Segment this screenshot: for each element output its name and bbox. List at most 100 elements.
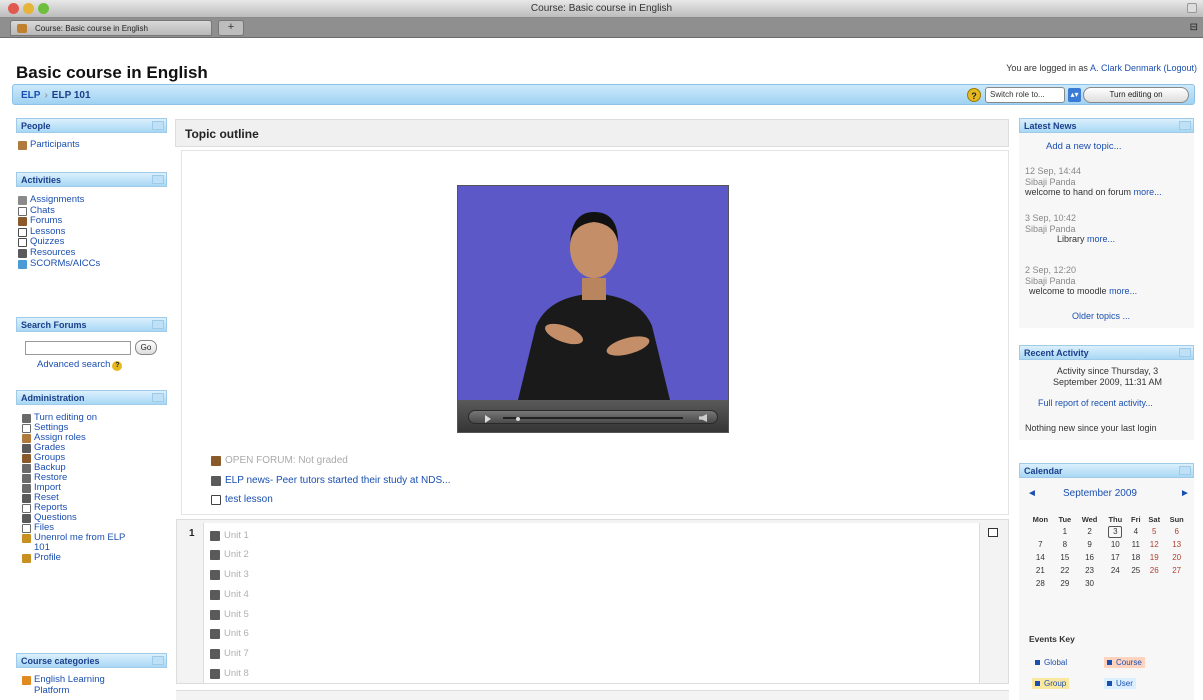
search-go-button[interactable]: Go xyxy=(135,340,157,355)
calendar-day[interactable]: 29 xyxy=(1054,577,1076,590)
event-key-user[interactable]: User xyxy=(1104,678,1136,689)
calendar-day[interactable]: 5 xyxy=(1144,525,1164,538)
calendar-day[interactable]: 21 xyxy=(1027,564,1054,577)
calendar-day[interactable]: 9 xyxy=(1076,538,1103,551)
admin-profile-link[interactable]: Profile xyxy=(22,553,125,563)
calendar-day[interactable]: 13 xyxy=(1164,538,1189,551)
calendar-day[interactable]: 7 xyxy=(1027,538,1054,551)
advanced-search-link[interactable]: Advanced search? xyxy=(37,359,123,371)
play-icon[interactable] xyxy=(485,415,491,423)
calendar-day[interactable]: 24 xyxy=(1103,564,1127,577)
calendar-day[interactable]: 30 xyxy=(1076,577,1103,590)
calendar-day[interactable]: 12 xyxy=(1144,538,1164,551)
unit-link[interactable]: Unit 1 xyxy=(210,530,249,541)
test-lesson-link[interactable]: test lesson xyxy=(211,494,273,505)
unit-link[interactable]: Unit 4 xyxy=(210,589,249,600)
video-control-bar xyxy=(468,410,718,424)
video-player[interactable] xyxy=(457,185,729,433)
assignment-icon xyxy=(18,196,27,205)
calendar-day[interactable]: 14 xyxy=(1027,551,1054,564)
logout-link[interactable]: (Logout) xyxy=(1163,63,1197,73)
hide-block-button[interactable] xyxy=(152,656,164,665)
news-more-link[interactable]: more... xyxy=(1134,187,1162,197)
add-new-topic-link[interactable]: Add a new topic... xyxy=(1046,141,1122,152)
calendar-month-link[interactable]: September 2009 xyxy=(1063,488,1137,499)
calendar-day-header: Fri xyxy=(1130,515,1141,524)
older-topics-link[interactable]: Older topics ... xyxy=(1072,311,1130,321)
calendar-next-month[interactable]: ► xyxy=(1180,488,1190,499)
resource-icon xyxy=(18,248,27,258)
hide-block-button[interactable] xyxy=(152,121,164,130)
news-more-link[interactable]: more... xyxy=(1109,286,1137,296)
search-forums-input[interactable] xyxy=(25,341,131,355)
tab-overflow-icon[interactable]: ⊟ xyxy=(1190,22,1198,33)
calendar-prev-month[interactable]: ◄ xyxy=(1027,488,1037,499)
sign-language-presenter-image xyxy=(518,212,670,400)
calendar-day[interactable]: 11 xyxy=(1127,538,1144,551)
toolbar-toggle-button[interactable] xyxy=(1187,3,1197,13)
hide-block-button[interactable] xyxy=(1179,466,1191,475)
participants-link[interactable]: Participants xyxy=(18,139,80,151)
open-forum-link[interactable]: OPEN FORUM: Not graded xyxy=(211,455,348,466)
switch-role-select[interactable]: Switch role to... xyxy=(985,87,1065,103)
calendar-today[interactable]: 3 xyxy=(1103,525,1127,538)
browser-tab[interactable]: Course: Basic course in English xyxy=(10,20,212,36)
video-frame[interactable] xyxy=(458,186,728,400)
hide-block-button[interactable] xyxy=(1179,348,1191,357)
calendar-day[interactable]: 2 xyxy=(1076,525,1103,538)
unit-link[interactable]: Unit 6 xyxy=(210,628,249,639)
news-more-link[interactable]: more... xyxy=(1087,234,1115,244)
calendar-day[interactable]: 16 xyxy=(1076,551,1103,564)
recent-activity-since: Activity since Thursday, 3 xyxy=(1056,366,1159,376)
calendar-day[interactable]: 25 xyxy=(1127,564,1144,577)
category-english-learning-link-line2[interactable]: Platform xyxy=(22,685,105,697)
user-profile-link[interactable]: A. Clark Denmark xyxy=(1090,63,1161,73)
unit-link[interactable]: Unit 5 xyxy=(210,609,249,620)
video-seek-track[interactable] xyxy=(503,417,683,419)
calendar-day-header: Tue xyxy=(1058,515,1072,524)
help-icon[interactable]: ? xyxy=(112,361,123,371)
new-tab-button[interactable]: + xyxy=(218,20,244,36)
calendar-day[interactable]: 10 xyxy=(1103,538,1127,551)
unit-link[interactable]: Unit 2 xyxy=(210,549,249,560)
unit-link[interactable]: Unit 3 xyxy=(210,569,249,580)
event-key-group[interactable]: Group xyxy=(1032,678,1070,689)
calendar-day[interactable]: 22 xyxy=(1054,564,1076,577)
calendar-day[interactable]: 28 xyxy=(1027,577,1054,590)
help-icon[interactable]: ? xyxy=(967,88,981,102)
calendar-day[interactable]: 19 xyxy=(1144,551,1164,564)
elp-news-link[interactable]: ELP news- Peer tutors started their stud… xyxy=(211,475,450,486)
volume-icon[interactable] xyxy=(699,414,707,422)
calendar-day-header: Mon xyxy=(1032,515,1049,524)
calendar-day[interactable]: 1 xyxy=(1054,525,1076,538)
calendar-day[interactable]: 4 xyxy=(1127,525,1144,538)
hide-block-button[interactable] xyxy=(152,393,164,402)
breadcrumb-elp[interactable]: ELP xyxy=(21,90,40,101)
calendar-day[interactable]: 6 xyxy=(1164,525,1189,538)
calendar-day[interactable]: 18 xyxy=(1127,551,1144,564)
news-text: Library xyxy=(1057,234,1085,244)
unit-link[interactable]: Unit 8 xyxy=(210,668,249,679)
unit-link[interactable]: Unit 7 xyxy=(210,648,249,659)
turn-editing-on-button[interactable]: Turn editing on xyxy=(1083,87,1189,103)
seek-knob[interactable] xyxy=(516,417,520,421)
calendar-day[interactable]: 26 xyxy=(1144,564,1164,577)
calendar-day[interactable]: 8 xyxy=(1054,538,1076,551)
hide-block-button[interactable] xyxy=(1179,121,1191,130)
calendar-day[interactable]: 27 xyxy=(1164,564,1189,577)
calendar-day[interactable]: 23 xyxy=(1076,564,1103,577)
calendar-day[interactable]: 20 xyxy=(1164,551,1189,564)
select-arrow-icon[interactable]: ▴▾ xyxy=(1068,88,1081,102)
calendar-day[interactable]: 15 xyxy=(1054,551,1076,564)
show-only-topic-icon[interactable] xyxy=(988,528,998,537)
hide-block-button[interactable] xyxy=(152,175,164,184)
global-event-icon xyxy=(1035,660,1040,665)
hide-block-button[interactable] xyxy=(152,320,164,329)
calendar-day[interactable]: 17 xyxy=(1103,551,1127,564)
navbar: ELP › ELP 101 ? Switch role to... ▴▾ Turn … xyxy=(12,84,1195,105)
scorms-link[interactable]: SCORMs/AICCs xyxy=(18,258,100,270)
event-key-course[interactable]: Course xyxy=(1104,657,1145,668)
full-report-link[interactable]: Full report of recent activity... xyxy=(1038,398,1153,408)
window-titlebar: Course: Basic course in English xyxy=(0,0,1203,18)
event-key-global[interactable]: Global xyxy=(1032,657,1070,668)
